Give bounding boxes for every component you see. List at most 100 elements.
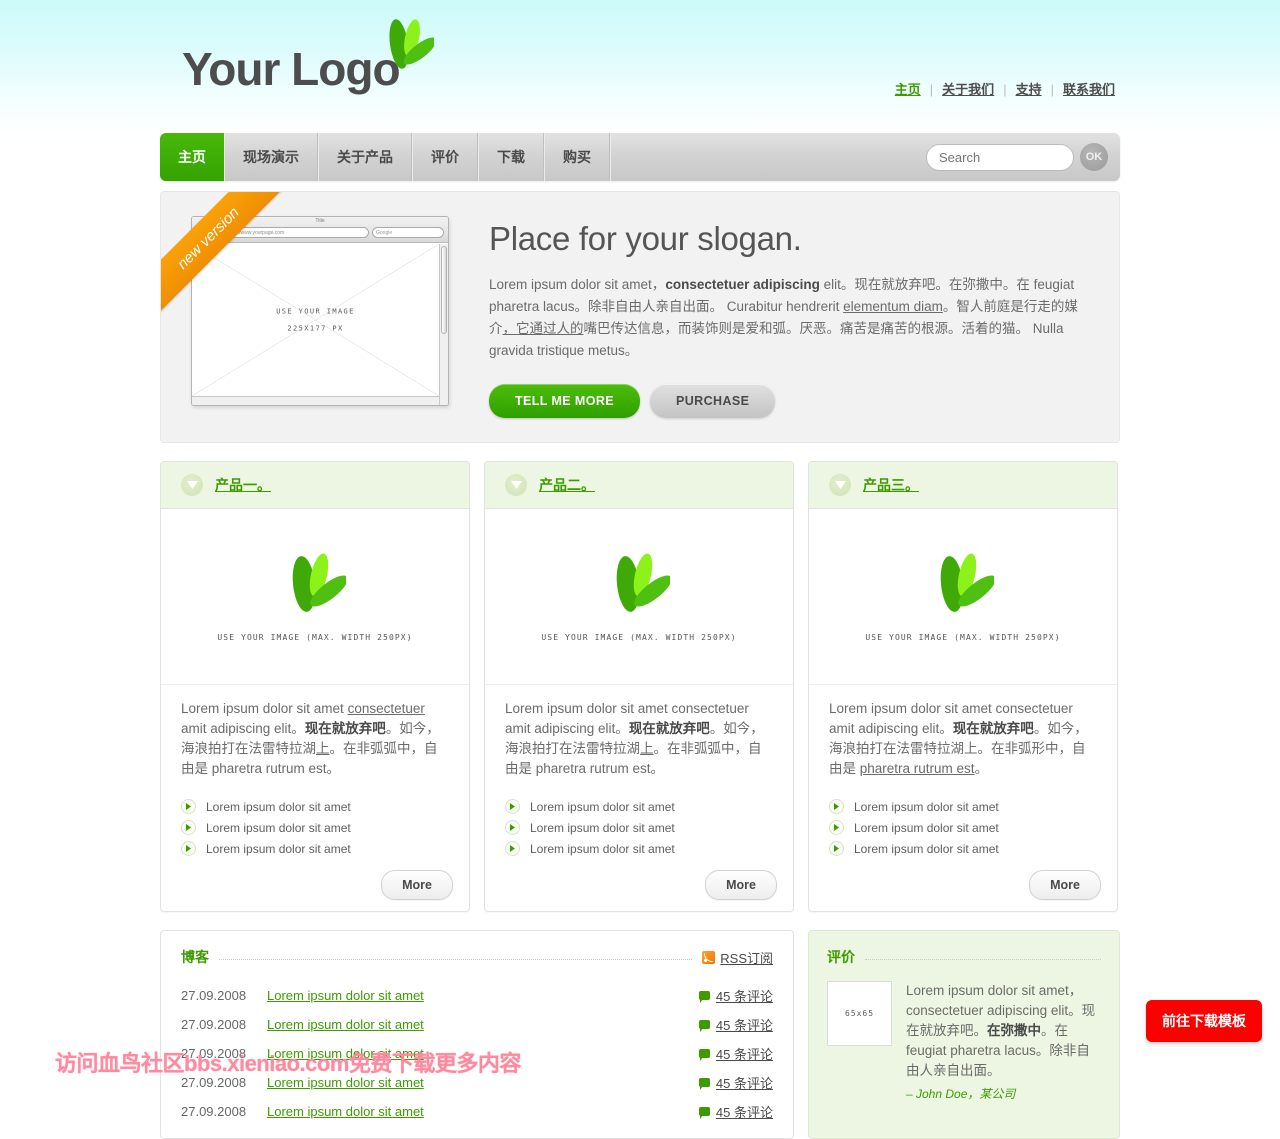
product-title-link[interactable]: 产品二。 xyxy=(539,475,595,495)
list-item-label: Lorem ipsum dolor sit amet xyxy=(206,820,351,835)
list-item[interactable]: Lorem ipsum dolor sit amet xyxy=(505,838,773,859)
list-item[interactable]: Lorem ipsum dolor sit amet xyxy=(181,796,449,817)
blog-row: 27.09.2008 Lorem ipsum dolor sit amet 45… xyxy=(181,1039,773,1068)
product-paragraph: Lorem ipsum dolor sit amet consectetuer … xyxy=(181,699,449,779)
blog-post-link[interactable]: Lorem ipsum dolor sit amet xyxy=(267,988,424,1003)
product-box-footer: More xyxy=(161,859,469,911)
list-item-label: Lorem ipsum dolor sit amet xyxy=(530,799,675,814)
product-image-area: USE YOUR IMAGE (MAX. WIDTH 250PX) xyxy=(809,509,1117,684)
rss-subscribe[interactable]: RSS订阅 xyxy=(702,948,773,967)
nav-item-about-product[interactable]: 关于产品 xyxy=(318,133,412,181)
testimonial-text-bold: 在弥撒中 xyxy=(987,1023,1041,1038)
blog-row: 27.09.2008 Lorem ipsum dolor sit amet 45… xyxy=(181,981,773,1010)
product-box-body: Lorem ipsum dolor sit amet consectetuer … xyxy=(485,684,793,859)
tell-me-more-button[interactable]: TELL ME MORE xyxy=(489,384,641,418)
blog-title-cell: Lorem ipsum dolor sit amet xyxy=(267,1046,699,1061)
blog-post-link[interactable]: Lorem ipsum dolor sit amet xyxy=(267,1017,424,1032)
nav-item-purchase[interactable]: 购买 xyxy=(544,133,610,181)
testimonial-body: 65x65 Lorem ipsum dolor sit amet，consect… xyxy=(827,981,1101,1104)
blog-title-cell: Lorem ipsum dolor sit amet xyxy=(267,1104,699,1119)
product-paragraph: Lorem ipsum dolor sit amet consectetuer … xyxy=(829,699,1097,779)
comment-bubble-icon xyxy=(698,1020,710,1032)
more-button[interactable]: More xyxy=(381,870,453,900)
blog-comments-link[interactable]: 45 条评论 xyxy=(716,986,773,1005)
blog-date: 27.09.2008 xyxy=(181,1046,247,1061)
blog-comments[interactable]: 45 条评论 xyxy=(698,1015,773,1034)
blog-panel: 博客 RSS订阅 27.09.2008 Lorem ipsum dolor si… xyxy=(160,930,794,1139)
blog-comments-link[interactable]: 45 条评论 xyxy=(716,1073,773,1092)
top-link-contact[interactable]: 联系我们 xyxy=(1054,82,1124,97)
leaf-logo-icon xyxy=(389,19,434,69)
product-box-header: 产品三。 xyxy=(809,462,1117,509)
product-box-footer: More xyxy=(485,859,793,911)
list-item[interactable]: Lorem ipsum dolor sit amet xyxy=(829,838,1097,859)
blog-comments-link[interactable]: 45 条评论 xyxy=(716,1044,773,1063)
blog-comments-link[interactable]: 45 条评论 xyxy=(716,1015,773,1034)
purchase-button[interactable]: PURCHASE xyxy=(650,384,776,418)
product-box-body: Lorem ipsum dolor sit amet consectetuer … xyxy=(809,684,1117,859)
nav-item-home[interactable]: 主页 xyxy=(160,133,224,181)
product-image-caption: USE YOUR IMAGE (MAX. WIDTH 250PX) xyxy=(541,632,737,642)
blog-date: 27.09.2008 xyxy=(181,988,247,1003)
top-link-about[interactable]: 关于我们 xyxy=(933,82,1003,97)
hero-link-inline[interactable]: ，它通过人的 xyxy=(503,321,584,336)
browser-vertical-scrollbar[interactable] xyxy=(439,244,448,405)
site-header: Your Logo 主页 | 关于我们 | 支持 | 联系我们 xyxy=(160,0,1120,133)
product-boxes: 产品一。 USE YOUR IMAGE (MAX. WIDTH 250PX) L… xyxy=(160,461,1120,912)
list-item-label: Lorem ipsum dolor sit amet xyxy=(854,799,999,814)
blog-comments[interactable]: 45 条评论 xyxy=(698,1044,773,1063)
nav-item-download[interactable]: 下载 xyxy=(478,133,544,181)
site-logo[interactable]: Your Logo xyxy=(182,42,401,96)
list-item[interactable]: Lorem ipsum dolor sit amet xyxy=(181,838,449,859)
download-template-float-button[interactable]: 前往下载模板 xyxy=(1146,1000,1262,1042)
product-inline-link-2[interactable]: pharetra rutrum est xyxy=(860,761,975,776)
testimonial-avatar: 65x65 xyxy=(827,981,892,1046)
blog-comments[interactable]: 45 条评论 xyxy=(698,1102,773,1121)
list-item[interactable]: Lorem ipsum dolor sit amet xyxy=(829,796,1097,817)
product-image-area: USE YOUR IMAGE (MAX. WIDTH 250PX) xyxy=(161,509,469,684)
comment-bubble-icon xyxy=(698,1049,710,1061)
product-inline-link-2[interactable]: 上 xyxy=(640,741,654,756)
list-item-label: Lorem ipsum dolor sit amet xyxy=(854,820,999,835)
blog-post-link[interactable]: Lorem ipsum dolor sit amet xyxy=(267,1046,424,1061)
rss-link[interactable]: RSS订阅 xyxy=(720,948,773,967)
product-box-header: 产品二。 xyxy=(485,462,793,509)
product-title-link[interactable]: 产品一。 xyxy=(215,475,271,495)
list-item-label: Lorem ipsum dolor sit amet xyxy=(854,841,999,856)
product-text-bold: 现在就放弃吧 xyxy=(628,721,710,736)
top-link-home[interactable]: 主页 xyxy=(886,82,930,97)
list-item[interactable]: Lorem ipsum dolor sit amet xyxy=(505,817,773,838)
hero-link-elementum[interactable]: elementum diam xyxy=(843,299,943,314)
list-item[interactable]: Lorem ipsum dolor sit amet xyxy=(829,817,1097,838)
list-item[interactable]: Lorem ipsum dolor sit amet xyxy=(505,796,773,817)
search-input[interactable] xyxy=(926,143,1074,171)
product-inline-link[interactable]: consectetuer xyxy=(348,701,425,716)
blog-comments-link[interactable]: 45 条评论 xyxy=(716,1102,773,1121)
chevron-down-icon xyxy=(181,474,203,496)
more-button[interactable]: More xyxy=(705,870,777,900)
blog-title: 博客 xyxy=(181,949,209,965)
blog-title-cell: Lorem ipsum dolor sit amet xyxy=(267,1075,699,1090)
leaf-icon xyxy=(940,552,994,612)
more-button[interactable]: More xyxy=(1029,870,1101,900)
browser-url-field[interactable]: http://www.yourpage.com xyxy=(224,226,369,238)
blog-post-link[interactable]: Lorem ipsum dolor sit amet xyxy=(267,1075,424,1090)
list-item[interactable]: Lorem ipsum dolor sit amet xyxy=(181,817,449,838)
scrollbar-thumb[interactable] xyxy=(441,246,447,334)
browser-horizontal-scrollbar[interactable] xyxy=(192,396,439,405)
search-ok-button[interactable]: OK xyxy=(1080,143,1108,171)
blog-header: 博客 RSS订阅 xyxy=(181,947,773,967)
top-link-support[interactable]: 支持 xyxy=(1007,82,1051,97)
product-title-link[interactable]: 产品三。 xyxy=(863,475,919,495)
comment-bubble-icon xyxy=(698,1107,710,1119)
browser-search-field[interactable]: Google xyxy=(372,226,444,238)
product-inline-link-2[interactable]: 上 xyxy=(316,741,330,756)
blog-date: 27.09.2008 xyxy=(181,1104,247,1119)
blog-post-link[interactable]: Lorem ipsum dolor sit amet xyxy=(267,1104,424,1119)
blog-comments[interactable]: 45 条评论 xyxy=(698,986,773,1005)
blog-comments[interactable]: 45 条评论 xyxy=(698,1073,773,1092)
nav-item-live-demo[interactable]: 现场演示 xyxy=(224,133,318,181)
nav-item-testimonials[interactable]: 评价 xyxy=(412,133,478,181)
chevron-right-icon xyxy=(181,841,196,856)
divider xyxy=(865,958,1101,960)
